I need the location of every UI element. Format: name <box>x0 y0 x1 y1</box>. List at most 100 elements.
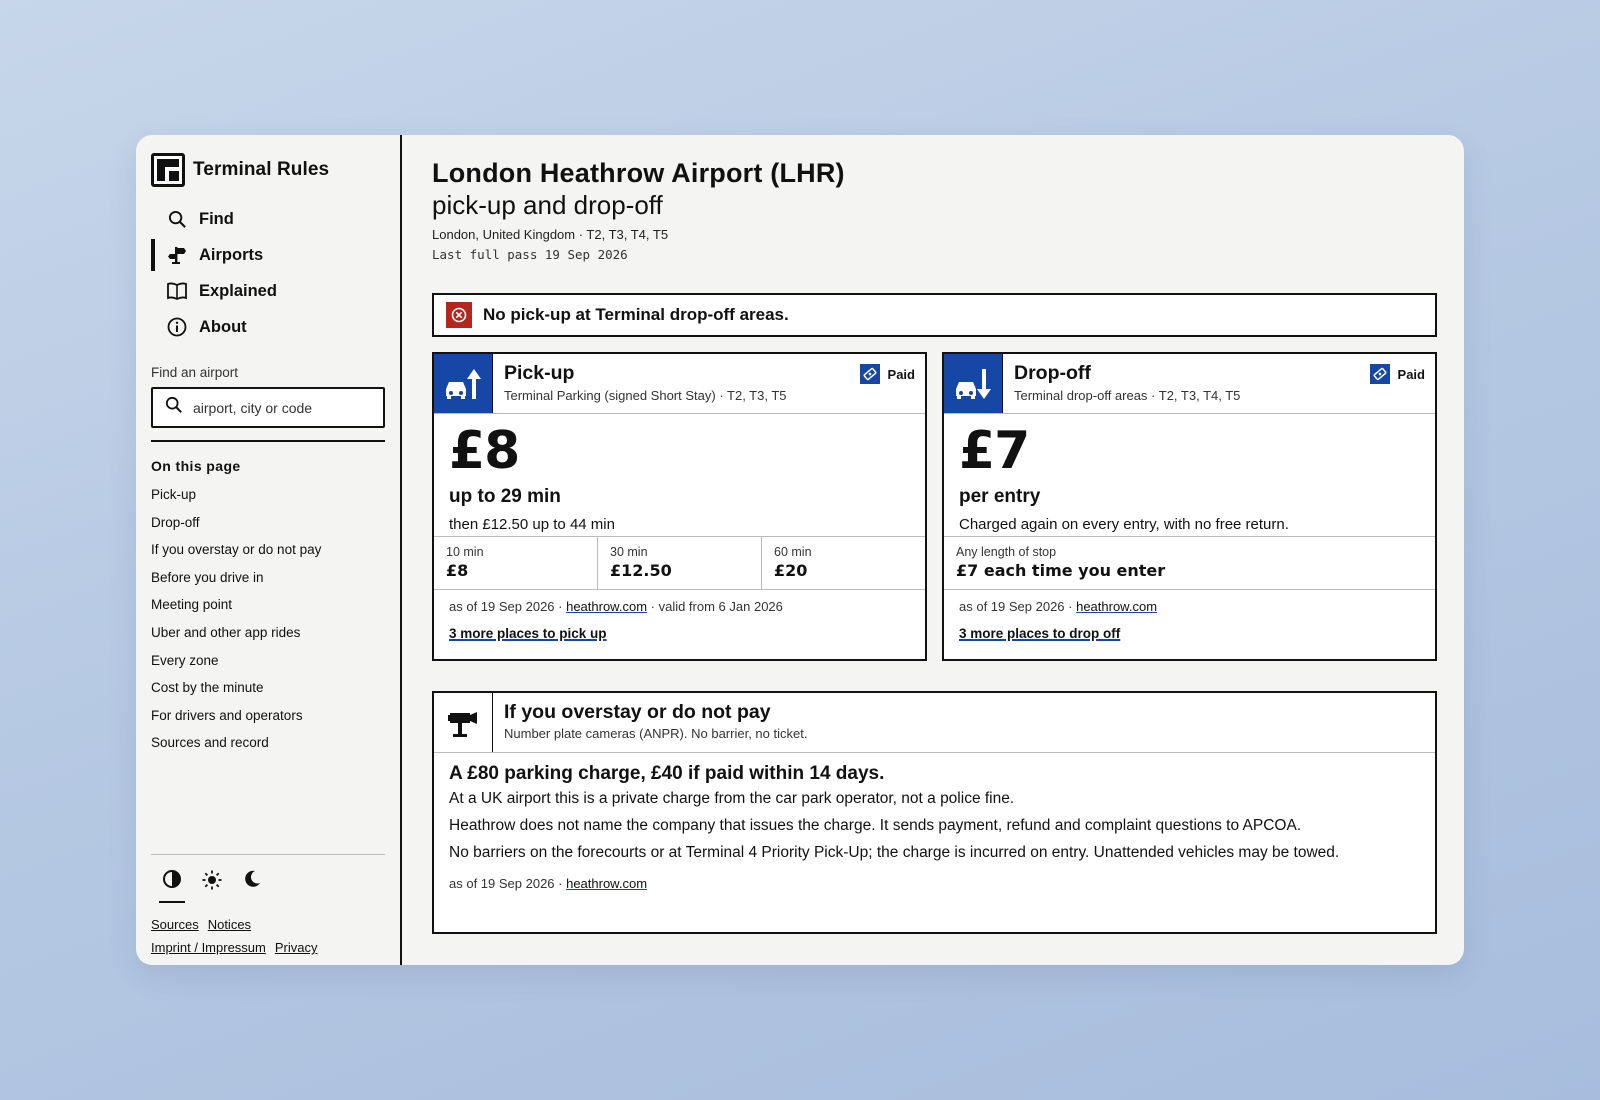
paid-badge: Paid <box>859 364 915 384</box>
error-circle-icon <box>446 302 472 328</box>
card-body: £8 up to 29 min then £12.50 up to 44 min <box>434 414 925 536</box>
as-of-date: as of 19 Sep 2026 · <box>449 599 567 614</box>
more-dropoff-places-link[interactable]: 3 more places to drop off <box>959 626 1120 641</box>
source-link[interactable]: heathrow.com <box>1076 599 1157 614</box>
sources-link[interactable]: Sources <box>151 917 199 932</box>
tier: 60 min £20 <box>762 537 925 589</box>
no-pickup-alert: No pick-up at Terminal drop-off areas. <box>432 293 1437 337</box>
card-subtitle: Terminal Parking (signed Short Stay) · T… <box>504 388 787 403</box>
tier: 30 min £12.50 <box>598 537 762 589</box>
divider <box>151 440 385 442</box>
main-nav: Find Airports Explained About <box>151 201 385 345</box>
more-pickup-places-link[interactable]: 3 more places to pick up <box>449 626 607 641</box>
nav-label: Airports <box>199 245 264 264</box>
price-then: Charged again on every entry, with no fr… <box>959 516 1289 533</box>
tier-value: £7 each time you enter <box>956 561 1166 580</box>
info-icon <box>167 317 187 337</box>
toc-item-pick-up[interactable]: Pick-up <box>151 481 385 509</box>
as-of-line: as of 19 Sep 2026 · heathrow.com <box>959 599 1420 614</box>
card-header: Drop-off Terminal drop-off areas · T2, T… <box>944 354 1435 414</box>
app-window: Terminal Rules Find Airports Explained A… <box>136 135 1464 965</box>
card-subtitle: Terminal drop-off areas · T2, T3, T4, T5 <box>1014 388 1241 403</box>
signpost-icon <box>167 245 187 265</box>
location-terminals: London, United Kingdom · T2, T3, T4, T5 <box>432 227 669 242</box>
panel-body: A £80 parking charge, £40 if paid within… <box>434 753 1435 891</box>
card-footer: as of 19 Sep 2026 · heathrow.com 3 more … <box>944 590 1435 643</box>
airport-search-input[interactable] <box>193 399 363 416</box>
toc-item-every-zone[interactable]: Every zone <box>151 647 385 675</box>
dropoff-card: Drop-off Terminal drop-off areas · T2, T… <box>942 352 1437 661</box>
card-footer: as of 19 Sep 2026 · heathrow.com · valid… <box>434 590 925 643</box>
footer-links: Sources Notices Imprint / Impressum Privac… <box>151 913 385 959</box>
last-pass: Last full pass 19 Sep 2026 <box>432 247 628 262</box>
tier-label: 60 min <box>774 545 812 559</box>
imprint-link[interactable]: Imprint / Impressum <box>151 940 266 955</box>
theme-dark-button[interactable] <box>239 869 265 903</box>
search-icon <box>165 396 183 419</box>
alert-text: No pick-up at Terminal drop-off areas. <box>483 305 789 324</box>
as-of-date: as of 19 Sep 2026 · <box>959 599 1077 614</box>
price: £8 <box>449 421 520 481</box>
price-duration: up to 29 min <box>449 486 561 507</box>
toc-item-sources-record[interactable]: Sources and record <box>151 729 385 757</box>
paragraph: No barriers on the forecourts or at Term… <box>449 844 1340 861</box>
card-header: Pick-up Terminal Parking (signed Short S… <box>434 354 925 414</box>
toc-item-meeting-point[interactable]: Meeting point <box>151 591 385 619</box>
brand[interactable]: Terminal Rules <box>151 153 385 187</box>
source-link[interactable]: heathrow.com <box>566 599 647 614</box>
nav-item-explained[interactable]: Explained <box>151 273 385 309</box>
fee-cards: Pick-up Terminal Parking (signed Short S… <box>432 352 1437 661</box>
paid-badge: Paid <box>1369 364 1425 384</box>
brand-name: Terminal Rules <box>193 159 330 180</box>
main-content: London Heathrow Airport (LHR) pick-up an… <box>402 135 1464 965</box>
tier: 10 min £8 <box>434 537 598 589</box>
price-tiers: Any length of stop £7 each time you ente… <box>944 536 1435 590</box>
contrast-icon <box>162 869 182 894</box>
page-title: London Heathrow Airport (LHR) <box>432 158 845 188</box>
theme-light-button[interactable] <box>199 869 225 903</box>
nav-item-airports[interactable]: Airports <box>151 237 385 273</box>
toc-item-before-drive[interactable]: Before you drive in <box>151 564 385 592</box>
theme-switcher <box>151 869 385 903</box>
divider <box>151 854 385 855</box>
moon-icon <box>242 869 262 894</box>
camera-icon <box>434 693 493 752</box>
card-title: Pick-up <box>504 362 575 384</box>
source-link[interactable]: heathrow.com <box>566 876 647 891</box>
paragraph: At a UK airport this is a private charge… <box>449 790 1015 807</box>
nav-label: About <box>199 317 247 336</box>
paragraph: Heathrow does not name the company that … <box>449 817 1302 834</box>
car-arrow-up-icon <box>434 354 493 413</box>
page-subtitle: pick-up and drop-off <box>432 190 663 220</box>
panel-subtitle: Number plate cameras (ANPR). No barrier,… <box>504 726 808 741</box>
panel-title: If you overstay or do not pay <box>504 701 771 723</box>
as-of-line: as of 19 Sep 2026 · heathrow.com · valid… <box>449 599 910 614</box>
search-icon <box>167 209 187 229</box>
tier: Any length of stop £7 each time you ente… <box>944 537 1435 589</box>
pickup-card: Pick-up Terminal Parking (signed Short S… <box>432 352 927 661</box>
as-of-line: as of 19 Sep 2026 · heathrow.com <box>449 876 1420 891</box>
search-box[interactable] <box>151 387 385 428</box>
book-icon <box>167 281 187 301</box>
toc-item-app-rides[interactable]: Uber and other app rides <box>151 619 385 647</box>
toc-item-drop-off[interactable]: Drop-off <box>151 509 385 537</box>
toc-list: Pick-up Drop-off If you overstay or do n… <box>151 481 385 757</box>
tier-label: 10 min <box>446 545 484 559</box>
tier-value: £20 <box>774 561 808 580</box>
theme-auto-button[interactable] <box>159 869 185 903</box>
nav-item-about[interactable]: About <box>151 309 385 345</box>
price-tiers: 10 min £8 30 min £12.50 60 min £20 <box>434 536 925 590</box>
search-label: Find an airport <box>151 365 239 380</box>
sidebar-footer: Sources Notices Imprint / Impressum Privac… <box>151 854 385 959</box>
price: £7 <box>959 421 1030 481</box>
toc-item-overstay[interactable]: If you overstay or do not pay <box>151 536 385 564</box>
notices-link[interactable]: Notices <box>208 917 251 932</box>
toc-item-drivers-operators[interactable]: For drivers and operators <box>151 702 385 730</box>
tier-value: £8 <box>446 561 469 580</box>
terminal-rules-logo-icon <box>151 153 185 187</box>
tier-value: £12.50 <box>610 561 672 580</box>
privacy-link[interactable]: Privacy <box>275 940 318 955</box>
overstay-panel: If you overstay or do not pay Number pla… <box>432 691 1437 934</box>
nav-item-find[interactable]: Find <box>151 201 385 237</box>
toc-item-cost-minute[interactable]: Cost by the minute <box>151 674 385 702</box>
